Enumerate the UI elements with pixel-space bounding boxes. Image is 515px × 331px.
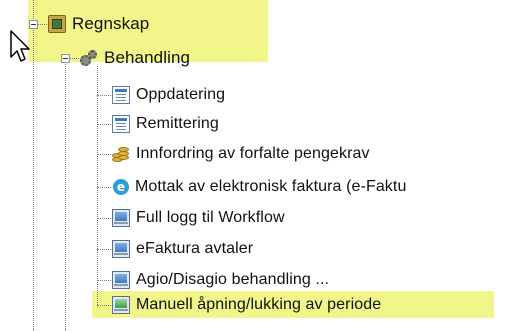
tree-line	[97, 305, 111, 306]
registry-folder-icon	[48, 15, 66, 33]
tree-line	[97, 154, 111, 155]
tree-item-label: eFaktura avtaler	[136, 240, 254, 257]
tree-item-innfordring[interactable]: Innfordring av forfalte pengekrav	[112, 141, 370, 167]
tree-view[interactable]: Regnskap Behandling Oppdatering Remitter…	[0, 0, 515, 331]
gears-icon	[80, 49, 98, 67]
tree-item-manuell-apning[interactable]: Manuell åpning/lukking av periode	[112, 292, 381, 318]
tree-line	[97, 280, 111, 281]
tree-line	[97, 249, 111, 250]
collapse-toggle-behandling[interactable]	[61, 54, 70, 63]
tree-item-label: Remittering	[136, 115, 219, 132]
tree-line	[97, 95, 111, 96]
tree-item-label: Innfordring av forfalte pengekrav	[136, 145, 370, 162]
tree-line	[97, 218, 111, 219]
monitor-icon	[112, 271, 130, 289]
tree-item-label: Mottak av elektronisk faktura (e-Faktu	[135, 178, 407, 195]
tree-line	[97, 66, 98, 305]
tree-node-behandling[interactable]: Behandling	[80, 45, 190, 71]
mouse-cursor-icon	[10, 30, 30, 62]
tree-item-oppdatering[interactable]: Oppdatering	[112, 82, 225, 108]
document-icon	[112, 86, 130, 104]
tree-node-label: Regnskap	[72, 14, 150, 33]
tree-item-agio-disagio[interactable]: Agio/Disagio behandling ...	[112, 267, 329, 293]
collapse-toggle-regnskap[interactable]	[29, 20, 38, 29]
tree-item-full-logg[interactable]: Full logg til Workflow	[112, 205, 285, 231]
e-invoice-icon: e	[113, 179, 129, 195]
tree-node-regnskap[interactable]: Regnskap	[48, 11, 149, 37]
tree-item-label: Full logg til Workflow	[136, 209, 285, 226]
tree-line	[97, 124, 111, 125]
tree-line	[97, 187, 111, 188]
tree-item-label: Manuell åpning/lukking av periode	[136, 296, 382, 313]
monitor-icon	[112, 209, 130, 227]
tree-line	[65, 60, 66, 331]
document-icon	[112, 115, 130, 133]
tree-line	[33, 0, 34, 331]
tree-item-label: Oppdatering	[136, 86, 226, 103]
tree-node-label: Behandling	[104, 48, 191, 67]
tree-item-label: Agio/Disagio behandling ...	[136, 271, 330, 288]
tree-item-mottak-efaktura[interactable]: e Mottak av elektronisk faktura (e-Faktu	[112, 174, 406, 200]
tree-item-efaktura-avtaler[interactable]: eFaktura avtaler	[112, 236, 253, 262]
monitor-icon	[112, 296, 130, 314]
monitor-icon	[112, 240, 130, 258]
coins-icon	[112, 145, 130, 163]
tree-item-remittering[interactable]: Remittering	[112, 111, 219, 137]
